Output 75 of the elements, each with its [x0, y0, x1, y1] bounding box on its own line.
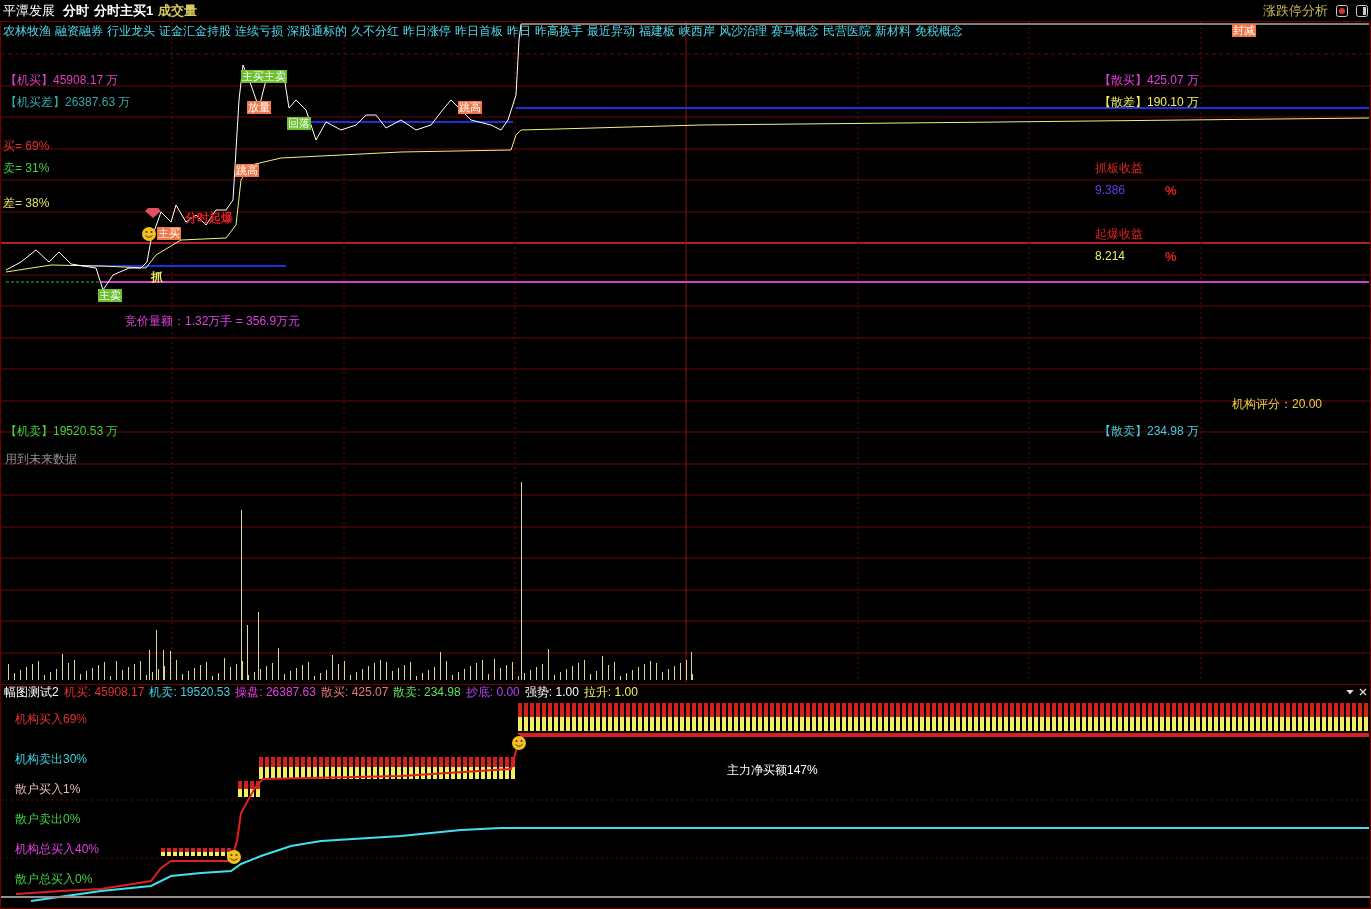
signal-tag: 主买 — [157, 227, 181, 240]
chart-readout: 【机买差】26387.63 万 — [5, 96, 131, 108]
indicator-value: 拉升: 1.00 — [583, 686, 638, 698]
smiley-icon — [142, 227, 156, 241]
chart-readout: 9.386 — [1095, 184, 1126, 196]
net-buy-label: 主力净买额147% — [727, 764, 818, 776]
concept-tag[interactable]: 连续亏损 — [235, 25, 283, 37]
concept-tag[interactable]: 新材料 — [875, 25, 911, 37]
concept-tag[interactable]: 昨日首板 — [455, 25, 503, 37]
concept-tag[interactable]: 证金汇金持股 — [159, 25, 231, 37]
chart-readout: 【机买】45908.17 万 — [5, 74, 119, 86]
stock-title: 平潭发展 — [3, 4, 55, 17]
concept-tag[interactable]: 风沙治理 — [719, 25, 767, 37]
chart-readout: % — [1165, 250, 1177, 263]
smiley-icon — [512, 736, 526, 750]
chart-readout: 【散买】425.07 万 — [1099, 74, 1200, 86]
concept-tag[interactable]: 福建板 — [639, 25, 675, 37]
panel-title: 涨跌停分析 — [1263, 4, 1328, 17]
signal-tag: 主卖 — [98, 289, 122, 302]
legend-label: 机构卖出30% — [15, 753, 88, 765]
indicator-tab[interactable]: 分时主买1 — [94, 4, 154, 17]
concept-tag[interactable]: 行业龙头 — [107, 25, 155, 37]
chart-readout: 抓板收益 — [1095, 162, 1143, 174]
chart-readout: 【散差】190.10 万 — [1099, 96, 1200, 108]
close-icon[interactable] — [1359, 688, 1367, 696]
chart-readout: 差= 38% — [3, 197, 50, 209]
indicator-value: 抄底: 0.00 — [465, 686, 520, 698]
gem-icon — [145, 208, 161, 218]
concept-tag[interactable]: 农林牧渔 — [3, 25, 51, 37]
indicator-value: 操盘: 26387.63 — [235, 686, 316, 698]
legend-label: 机构总买入40% — [15, 843, 100, 855]
concept-tag[interactable]: 民营医院 — [823, 25, 871, 37]
concept-tag[interactable]: 深股通标的 — [287, 25, 347, 37]
legend-label: 机构买入69% — [15, 713, 88, 725]
signal-label: 抓 — [151, 271, 163, 283]
legend-label: 散户买入1% — [15, 783, 81, 795]
legend-label: 散户卖出0% — [15, 813, 81, 825]
chart-readout: 卖= 31% — [3, 162, 50, 174]
indicator-tab[interactable]: 分时 — [63, 4, 89, 17]
chart-readout: 竞价量额：1.32万手 = 356.9万元 — [125, 315, 301, 327]
concept-tag[interactable]: 融资融券 — [55, 25, 103, 37]
signal-tag: 封减 — [1232, 24, 1256, 37]
chart-readout: 机构评分：20.00 — [1232, 398, 1323, 410]
indicator-value: 机买: 45908.17 — [63, 686, 145, 698]
concept-tag[interactable]: 久不分红 — [351, 25, 399, 37]
signal-tag: 主买主卖 — [241, 70, 287, 83]
chart-readout: 起爆收益 — [1095, 228, 1143, 240]
indicator-value: 散买: 425.07 — [320, 686, 389, 698]
signal-tag: 放量 — [247, 101, 271, 114]
chart-readout: 买= 69% — [3, 140, 50, 152]
concept-tag[interactable]: 免税概念 — [915, 25, 963, 37]
concept-tag[interactable]: 昨高换手 — [535, 25, 583, 37]
indicator-value: 强势: 1.00 — [524, 686, 579, 698]
chart-readout: 用到未来数据 — [5, 453, 77, 465]
indicator-value: 散卖: 234.98 — [393, 686, 461, 698]
expand-icon[interactable] — [1336, 4, 1348, 17]
panel-toggle-icon[interactable] — [1356, 4, 1368, 17]
dropdown-icon[interactable] — [1346, 689, 1354, 695]
legend-label: 散户总买入0% — [15, 873, 93, 885]
chart-readout: 【散卖】234.98 万 — [1099, 425, 1200, 437]
indicator-title: 幅图测试2 — [4, 686, 59, 698]
chart-readout: % — [1165, 184, 1177, 197]
signal-tag: 跳高 — [235, 164, 259, 177]
chart-readout: 【机卖】19520.53 万 — [5, 425, 119, 437]
chart-readout: 8.214 — [1095, 250, 1126, 262]
concept-tag[interactable]: 昨日涨停 — [403, 25, 451, 37]
indicator-value: 机卖: 19520.53 — [149, 686, 231, 698]
signal-tag: 跳高 — [458, 101, 482, 114]
concept-tag[interactable]: 最近异动 — [587, 25, 635, 37]
concept-tag[interactable]: 峡西岸 — [679, 25, 715, 37]
signal-tag: 回落 — [287, 117, 311, 130]
concept-tag[interactable]: 赛马概念 — [771, 25, 819, 37]
smiley-icon — [227, 850, 241, 864]
concept-tag[interactable]: 昨日 — [507, 25, 531, 37]
indicator-tab[interactable]: 成交量 — [158, 4, 198, 17]
